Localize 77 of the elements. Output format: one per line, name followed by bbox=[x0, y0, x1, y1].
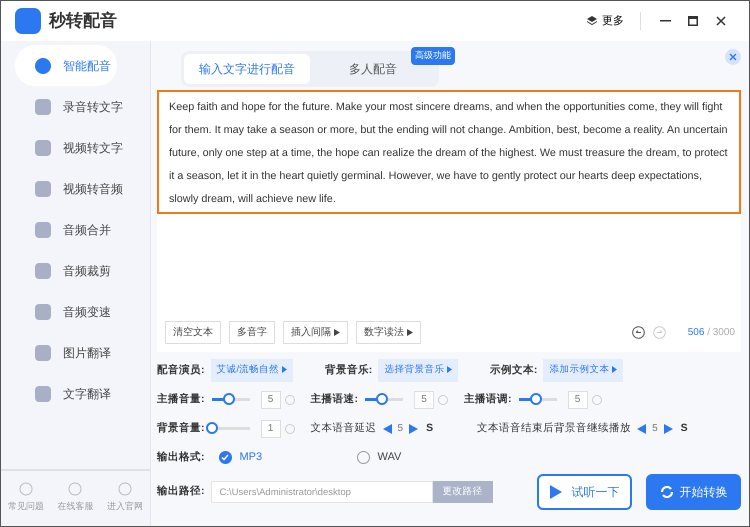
play-icon[interactable] bbox=[550, 485, 562, 499]
layers-icon[interactable] bbox=[586, 15, 598, 27]
tool-icon bbox=[35, 304, 51, 320]
tool-icon bbox=[35, 344, 51, 360]
preview-button[interactable]: 试听一下 bbox=[537, 474, 632, 510]
dropdown-button[interactable]: 添加示例文本 bbox=[543, 359, 624, 382]
stepper-value: 5 bbox=[398, 422, 404, 436]
caret-icon[interactable] bbox=[406, 328, 413, 336]
field-label: 主播音量: bbox=[157, 392, 204, 407]
sidebar-item[interactable]: 录音转文字 bbox=[15, 86, 129, 127]
footer-link[interactable]: 常见问题 bbox=[2, 480, 50, 514]
slider-thumb[interactable] bbox=[222, 393, 235, 405]
tool-button[interactable]: 数字读法 bbox=[356, 321, 421, 344]
tool-icon bbox=[35, 222, 51, 238]
stepper-value: 5 bbox=[652, 422, 658, 436]
increase-icon[interactable] bbox=[664, 424, 673, 434]
field-label: 文本语音延迟 bbox=[310, 420, 376, 436]
tool-button[interactable]: 清空文本 bbox=[165, 321, 221, 344]
tool-icon bbox=[35, 180, 51, 196]
dropdown-button[interactable]: 选择背景音乐 bbox=[378, 359, 458, 382]
premium-badge: 高级功能 bbox=[411, 47, 455, 64]
check-icon bbox=[221, 454, 229, 461]
start-button[interactable]: 开始转换 bbox=[646, 474, 741, 510]
sidebar-item[interactable]: 智能配音 bbox=[15, 45, 117, 86]
tool-icon bbox=[35, 140, 51, 156]
number-field[interactable]: 5 bbox=[414, 390, 434, 408]
field-label: 示例文本: bbox=[490, 362, 538, 378]
tool-icon bbox=[35, 58, 51, 74]
tool-button[interactable]: 多音字 bbox=[229, 321, 275, 344]
more-button[interactable]: 更多 bbox=[580, 9, 630, 33]
radio-option[interactable]: MP3 bbox=[212, 448, 342, 467]
caret-icon[interactable] bbox=[334, 328, 340, 336]
window-title: 秒转配音 bbox=[49, 10, 117, 32]
sidebar-item[interactable]: 音频变速 bbox=[15, 291, 117, 332]
decrease-icon[interactable] bbox=[382, 424, 392, 434]
app-logo-icon bbox=[15, 8, 41, 34]
sidebar-item[interactable]: 文字翻译 bbox=[15, 373, 117, 414]
sidebar-item[interactable]: 音频裁剪 bbox=[15, 250, 117, 291]
number-field[interactable]: 5 bbox=[260, 390, 280, 408]
tool-icon bbox=[35, 98, 51, 114]
close-icon[interactable] bbox=[716, 16, 726, 26]
field-label: 主播语速: bbox=[310, 392, 358, 407]
unit-label: S bbox=[426, 420, 434, 436]
sidebar-item[interactable]: 视频转音频 bbox=[15, 168, 129, 209]
minimize-icon[interactable] bbox=[660, 20, 670, 22]
number-field[interactable]: 5 bbox=[568, 390, 588, 408]
field-label: 背景音量: bbox=[157, 420, 204, 436]
maximize-icon[interactable] bbox=[688, 16, 698, 26]
field-label: 主播语调: bbox=[464, 392, 512, 407]
character-counter: 506 / 3000 bbox=[688, 326, 735, 340]
undo-icon[interactable] bbox=[632, 326, 645, 339]
tool-icon bbox=[35, 386, 51, 402]
sidebar-item[interactable]: 视频转文字 bbox=[15, 127, 129, 168]
unit-label: S bbox=[680, 420, 688, 436]
increase-icon[interactable] bbox=[409, 424, 418, 434]
field-label: 配音演员: bbox=[157, 362, 204, 378]
slider-thumb[interactable] bbox=[376, 393, 388, 405]
tool-button[interactable]: 插入间隔 bbox=[283, 321, 348, 344]
radio-option[interactable]: WAV bbox=[350, 448, 408, 467]
slider-thumb[interactable] bbox=[206, 422, 218, 434]
text-input-field[interactable]: Keep faith and hope for the future. Make your most sincere dreams, and when the opportunities come, they will fight for them. It may take a season or more, but the ending will not change. Ambition, best, become a reality. An uncertain future, only one step at a time, the hope can realize the dream of the highest. We must treasure the dream, to protect it a season, let it in the heart quietly germinal. However, we have to gently protect our hearts deep expectations, slowly dream, will achieve new life. bbox=[157, 90, 741, 214]
tab[interactable]: 输入文字进行配音 bbox=[184, 54, 310, 84]
number-field[interactable]: 1 bbox=[260, 420, 280, 438]
field-label: 输出格式: bbox=[157, 450, 204, 465]
field-label: 输出路径: bbox=[157, 484, 204, 500]
path-input-field[interactable]: C:\Users\Administrator\desktop bbox=[210, 481, 432, 503]
decrease-icon[interactable] bbox=[637, 424, 646, 434]
footer-link[interactable]: 在线客服 bbox=[51, 480, 100, 514]
field-label: 文本语音结束后背景音继续播放 bbox=[477, 420, 632, 436]
footer-link[interactable]: 进入官网 bbox=[101, 480, 150, 514]
slider-thumb[interactable] bbox=[530, 393, 542, 405]
sidebar-item[interactable]: 图片翻译 bbox=[15, 332, 117, 373]
field-label: 背景音乐: bbox=[324, 362, 372, 378]
sidebar-item[interactable]: 音频合并 bbox=[15, 209, 117, 250]
dropdown-button[interactable]: 艾诚/流畅自然 bbox=[210, 359, 293, 382]
tool-icon bbox=[35, 262, 51, 278]
convert-icon[interactable] bbox=[660, 485, 674, 499]
